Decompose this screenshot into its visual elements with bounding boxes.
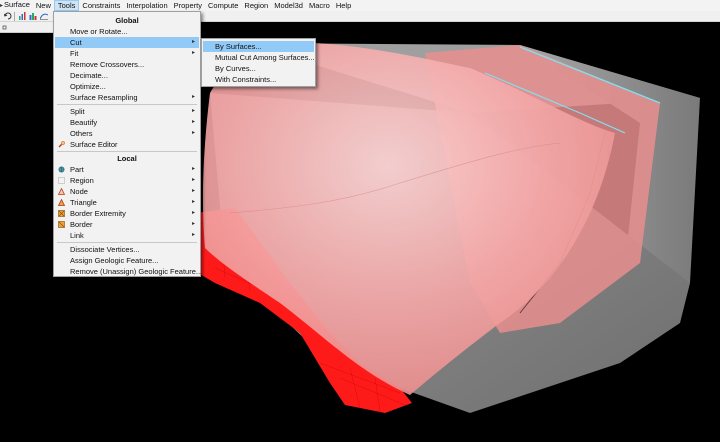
menu-macro[interactable]: Macro (306, 0, 333, 11)
menu-constraints[interactable]: Constraints (79, 0, 123, 11)
menu-divider (57, 242, 197, 243)
menu-item-others[interactable]: Others ▸ (55, 128, 199, 139)
submenu-arrow-icon: ▸ (191, 108, 195, 114)
menu-property[interactable]: Property (171, 0, 205, 11)
submenu-arrow-icon: ▸ (191, 199, 195, 205)
submenu-arrow-icon: ▸ (191, 221, 195, 227)
menu-item-remove-crossovers[interactable]: Remove Crossovers... (55, 59, 199, 70)
menu-item-split[interactable]: Split ▸ (55, 106, 199, 117)
menu-model3d[interactable]: Model3d (271, 0, 306, 11)
menu-header-global: Global (115, 16, 139, 25)
submenu-arrow-icon: ▸ (191, 94, 195, 100)
submenu-arrow-icon: ▸ (191, 130, 195, 136)
menu-item-part[interactable]: Part ▸ (55, 164, 199, 175)
menu-bar: Surface New Tools Constraints Interpolat… (0, 0, 720, 11)
menu-item-region[interactable]: Region ▸ (55, 175, 199, 186)
submenu-arrow-icon: ▸ (191, 177, 195, 183)
secondary-toolbar (0, 22, 56, 33)
menu-item-fit[interactable]: Fit ▸ (55, 48, 199, 59)
cut-submenu: By Surfaces... Mutual Cut Among Surfaces… (201, 38, 316, 87)
submenu-item-by-curves[interactable]: By Curves... (203, 63, 314, 74)
border-extremity-icon (58, 210, 65, 217)
menu-divider (57, 104, 197, 105)
menu-item-cut[interactable]: Cut ▸ (55, 37, 199, 48)
menu-item-move-rotate[interactable]: Move or Rotate... (55, 26, 199, 37)
menu-item-link[interactable]: Link ▸ (55, 230, 199, 241)
menu-item-triangle[interactable]: Triangle ▸ (55, 197, 199, 208)
submenu-arrow-icon: ▸ (191, 166, 195, 172)
region-icon (58, 177, 65, 184)
tools-dropdown-menu: Global Move or Rotate... Cut ▸ Fit ▸ Remov… (53, 11, 202, 277)
histogram-icon[interactable] (29, 12, 37, 20)
menu-item-surface-resampling[interactable]: Surface Resampling ▸ (55, 92, 199, 103)
border-icon (58, 221, 65, 228)
submenu-item-with-constraints[interactable]: With Constraints... (203, 74, 314, 85)
globe-icon (58, 166, 65, 173)
submenu-arrow-icon: ▸ (191, 50, 195, 56)
menu-item-border[interactable]: Border ▸ (55, 219, 199, 230)
menu-item-node[interactable]: Node ▸ (55, 186, 199, 197)
menu-region[interactable]: Region (241, 0, 271, 11)
submenu-arrow-icon: ▸ (191, 119, 195, 125)
node-triangle-icon (58, 188, 65, 195)
curve-chart-icon[interactable] (40, 12, 48, 20)
menu-divider (57, 151, 197, 152)
submenu-item-by-surfaces[interactable]: By Surfaces... (203, 41, 314, 52)
menu-tools[interactable]: Tools (53, 0, 80, 11)
submenu-arrow-icon: ▸ (191, 188, 195, 194)
undo-icon[interactable] (4, 12, 12, 20)
toolbar-divider (14, 12, 15, 21)
submenu-arrow-icon: ▸ (191, 210, 195, 216)
menu-item-optimize[interactable]: Optimize... (55, 81, 199, 92)
menu-item-surface-editor[interactable]: Surface Editor (55, 139, 199, 150)
menu-help[interactable]: Help (333, 0, 354, 11)
submenu-item-mutual-cut[interactable]: Mutual Cut Among Surfaces... (203, 52, 315, 63)
menu-item-decimate[interactable]: Decimate... (55, 70, 199, 81)
submenu-arrow-icon: ▸ (191, 39, 195, 45)
menu-item-assign-geologic-feature[interactable]: Assign Geologic Feature... (55, 255, 199, 266)
bar-chart-icon[interactable] (18, 12, 26, 20)
small-square-icon[interactable] (2, 23, 10, 31)
menu-new[interactable]: New (33, 0, 54, 11)
triangle-icon (58, 199, 65, 206)
menu-interpolation[interactable]: Interpolation (123, 0, 170, 11)
submenu-arrow-icon: ▸ (191, 232, 195, 238)
menu-compute[interactable]: Compute (205, 0, 241, 11)
menu-item-beautify[interactable]: Beautify ▸ (55, 117, 199, 128)
menu-item-remove-geologic-feature[interactable]: Remove (Unassign) Geologic Feature... (55, 266, 202, 277)
wrench-icon (58, 141, 65, 148)
menu-header-local: Local (117, 154, 137, 163)
menu-item-dissociate-vertices[interactable]: Dissociate Vertices... (55, 244, 199, 255)
menu-item-border-extremity[interactable]: Border Extremity ▸ (55, 208, 199, 219)
